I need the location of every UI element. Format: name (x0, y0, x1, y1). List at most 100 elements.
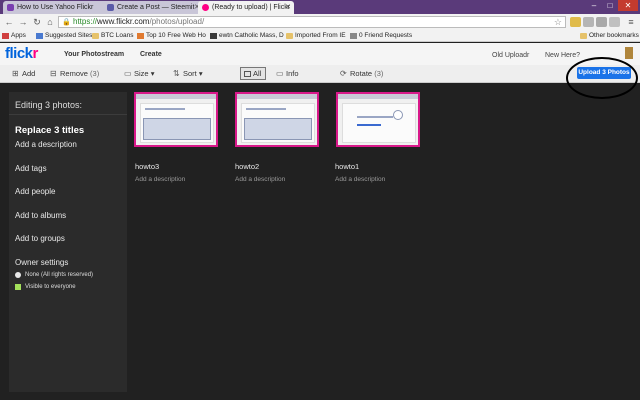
divider (9, 114, 127, 115)
old-uploadr-link[interactable]: Old Uploadr (492, 52, 529, 59)
thumbnail-content (241, 103, 315, 143)
photo-thumbnail[interactable] (134, 92, 218, 147)
license-label: None (All rights reserved) (25, 272, 94, 278)
photo-thumbnail[interactable] (336, 92, 420, 147)
size-dropdown[interactable]: ▭ Size ▾ (124, 69, 154, 80)
bookmark-btc-loans[interactable]: BTC Loans (92, 31, 134, 41)
rotate-button[interactable]: ⟳ Rotate (3) (340, 69, 383, 80)
grid-icon (244, 71, 251, 77)
forward-arrow-icon[interactable]: → (17, 16, 29, 28)
home-icon[interactable]: ⌂ (44, 16, 56, 28)
add-people-link[interactable]: Add people (15, 187, 55, 196)
add-tags-link[interactable]: Add tags (15, 164, 47, 173)
yahoo-favicon-icon (7, 4, 14, 11)
thumbnail-content (140, 103, 214, 143)
bookmark-imported-ie[interactable]: Imported From IE (286, 31, 346, 41)
url-host: www.flickr.com (97, 17, 150, 26)
photo-title[interactable]: howto1 (335, 162, 359, 171)
logo-text: flick (5, 45, 33, 62)
remove-button[interactable]: ⊟ Remove (3) (50, 69, 99, 80)
bookmark-suggested-sites[interactable]: Suggested Sites (36, 31, 92, 41)
bookmark-label: Imported From IE (295, 32, 346, 39)
thumbnail-browser-bar (237, 94, 317, 99)
extension-icon[interactable] (570, 17, 581, 27)
bookmark-label: BTC Loans (101, 32, 134, 39)
rotate-count: (3) (374, 69, 384, 78)
info-icon: ▭ (276, 69, 284, 78)
bookmark-icon (350, 33, 357, 39)
chevron-down-icon: ▾ (198, 69, 203, 78)
bookmark-label: ewtn Catholic Mass, D (219, 32, 284, 39)
bookmark-ewtn[interactable]: ewtn Catholic Mass, D (210, 31, 284, 41)
lock-icon: 🔒 (62, 19, 71, 26)
flickr-logo[interactable]: flickr (5, 45, 38, 62)
bookmarks-bar: Apps Suggested Sites BTC Loans Top 10 Fr… (0, 30, 640, 42)
bookmark-top-10[interactable]: Top 10 Free Web Ho (137, 31, 206, 41)
add-to-albums-link[interactable]: Add to albums (15, 211, 66, 220)
add-button[interactable]: ⊞ Add (12, 69, 35, 80)
avatar[interactable] (625, 47, 633, 59)
bookmark-other[interactable]: Other bookmarks (580, 31, 639, 41)
photo-title[interactable]: howto2 (235, 162, 259, 171)
owner-settings-heading: Owner settings (15, 258, 69, 267)
thumbnail-content (342, 103, 416, 143)
photo-description[interactable]: Add a description (235, 176, 285, 183)
tab-title: (Ready to upload) | Flickr (212, 4, 291, 11)
browser-tab-active[interactable]: (Ready to upload) | Flickr ✕ (198, 1, 294, 14)
photo-description[interactable]: Add a description (335, 176, 385, 183)
add-photo-icon: ⊞ (12, 69, 19, 78)
sort-icon: ⇅ (173, 69, 180, 78)
thumbnail-line (357, 124, 381, 126)
sort-dropdown[interactable]: ⇅ Sort ▾ (173, 69, 203, 80)
browser-tab-strip: How to Use Yahoo Flickr ✕ Create a Post … (0, 0, 640, 14)
batch-edit-panel: Editing 3 photos: Replace 3 titles Add a… (9, 92, 127, 392)
visibility-setting[interactable]: Visible to everyone (15, 284, 76, 290)
flickr-favicon-icon (202, 4, 209, 11)
reload-icon[interactable]: ↻ (31, 16, 43, 28)
info-toggle[interactable]: ▭ Info (276, 69, 299, 80)
logo-text: r (32, 45, 39, 62)
steemit-favicon-icon (107, 4, 114, 11)
browser-tab[interactable]: How to Use Yahoo Flickr ✕ (3, 1, 111, 14)
add-label: Add (22, 69, 36, 78)
add-to-groups-link[interactable]: Add to groups (15, 234, 65, 243)
apps-grid-icon (2, 33, 9, 39)
url-scheme: https:// (73, 17, 98, 26)
thumbnail-table (244, 118, 312, 140)
close-window-icon[interactable]: ✕ (618, 0, 638, 11)
add-description-link[interactable]: Add a description (15, 140, 77, 149)
browser-tab[interactable]: Create a Post — Steemit ✕ (103, 1, 203, 14)
flickr-header: flickr Your Photostream Create Old Uploa… (0, 43, 640, 65)
extension-icon[interactable] (583, 17, 594, 27)
bookmark-star-icon[interactable]: ☆ (554, 17, 562, 27)
bookmark-apps[interactable]: Apps (2, 31, 26, 41)
tab-close-icon[interactable]: ✕ (285, 3, 291, 11)
address-bar[interactable]: 🔒 https://www.flickr.com/photos/upload/ … (58, 16, 566, 28)
minimize-icon[interactable]: – (586, 0, 602, 11)
nav-your-photostream[interactable]: Your Photostream (64, 51, 124, 58)
replace-titles-link[interactable]: Replace 3 titles (15, 125, 84, 136)
all-label: All (253, 69, 262, 78)
thumbnail-line (145, 108, 185, 110)
gmail-icon[interactable] (609, 17, 620, 27)
nav-create[interactable]: Create (140, 51, 162, 58)
new-here-link[interactable]: New Here? (545, 52, 580, 59)
view-all-toggle[interactable]: All (240, 67, 266, 80)
photo-thumbnail[interactable] (235, 92, 319, 147)
photo-title[interactable]: howto3 (135, 162, 159, 171)
extension-icon[interactable] (596, 17, 607, 27)
bookmark-friend-requests[interactable]: 0 Friend Requests (350, 31, 412, 41)
menu-icon[interactable]: ≡ (625, 16, 637, 28)
visibility-icon (15, 284, 21, 290)
thumbnail-circle (393, 110, 403, 120)
tab-title: Create a Post — Steemit (117, 4, 195, 11)
license-setting[interactable]: None (All rights reserved) (15, 272, 93, 278)
rotate-label: Rotate (350, 69, 373, 78)
back-arrow-icon[interactable]: ← (3, 16, 15, 28)
maximize-icon[interactable]: □ (602, 0, 618, 11)
remove-count: (3) (90, 69, 100, 78)
sort-label: Sort (183, 69, 197, 78)
bookmark-label: Other bookmarks (589, 32, 639, 39)
bookmark-label: 0 Friend Requests (359, 32, 413, 39)
photo-description[interactable]: Add a description (135, 176, 185, 183)
